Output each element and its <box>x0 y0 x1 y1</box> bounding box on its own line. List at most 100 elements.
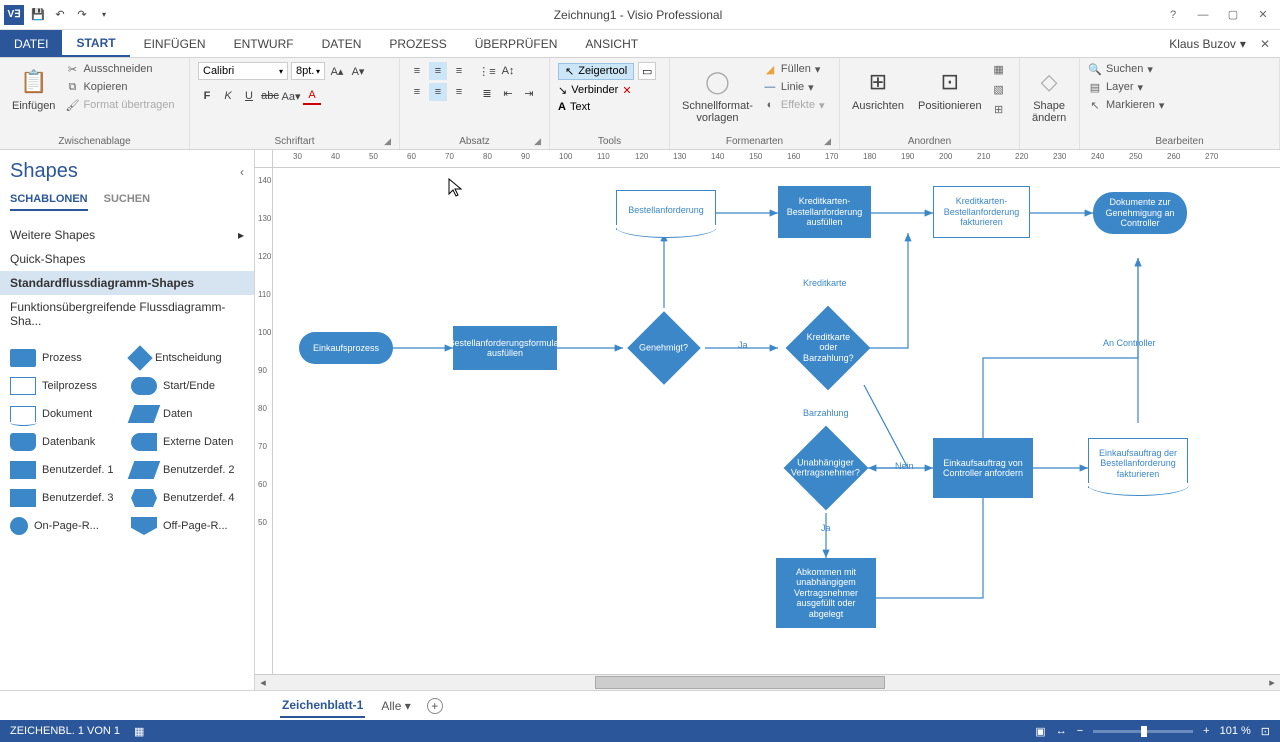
underline-button[interactable]: U <box>240 87 258 105</box>
more-shapes-row[interactable]: Weitere Shapes▸ <box>10 223 244 247</box>
font-size-select[interactable]: 8pt.▾ <box>291 62 325 80</box>
node-contractor[interactable]: Unabhängiger Vertragsnehmer? <box>784 426 869 511</box>
node-po-invoice[interactable]: Einkaufsauftrag der Bestellanforderung f… <box>1088 438 1188 488</box>
node-requisition-doc[interactable]: Bestellanforderung <box>616 190 716 230</box>
quick-styles-button[interactable]: ◯ Schnellformat- vorlagen <box>678 62 757 128</box>
node-po-controller[interactable]: Einkaufsauftrag von Controller anfordern <box>933 438 1033 498</box>
select-button[interactable]: ↖Markieren▾ <box>1088 98 1164 112</box>
cross-functional-row[interactable]: Funktionsübergreifende Flussdiagramm-Sha… <box>10 295 244 333</box>
fit-width-icon[interactable]: ↔ <box>1056 725 1067 737</box>
shape-user3[interactable]: Benutzerdef. 3 <box>10 489 123 507</box>
decrease-font-icon[interactable]: A▾ <box>349 62 367 80</box>
position-button[interactable]: ⊡Positionieren <box>914 62 986 116</box>
shape-external-data[interactable]: Externe Daten <box>131 433 244 451</box>
shape-onpage[interactable]: On-Page-R... <box>10 517 123 535</box>
font-dialog-launcher-icon[interactable]: ◢ <box>384 136 391 147</box>
zoom-slider[interactable] <box>1093 730 1193 733</box>
shape-user4[interactable]: Benutzerdef. 4 <box>131 489 244 507</box>
add-sheet-button[interactable]: + <box>427 698 443 714</box>
shape-document[interactable]: Dokument <box>10 405 123 423</box>
user-dropdown-icon[interactable]: ▾ <box>1240 37 1246 51</box>
ribbon-collapse-icon[interactable]: ✕ <box>1260 37 1270 51</box>
pointer-tool-button[interactable]: ↖Zeigertool <box>558 63 634 80</box>
node-docs-controller[interactable]: Dokumente zur Genehmigung an Controller <box>1093 192 1187 234</box>
orientation-icon[interactable]: A↕ <box>499 62 517 80</box>
effects-button[interactable]: ◐Effekte▾ <box>763 98 825 112</box>
align-top-left-icon[interactable]: ≡ <box>408 62 426 80</box>
shape-user1[interactable]: Benutzerdef. 1 <box>10 461 123 479</box>
scroll-thumb[interactable] <box>595 676 885 689</box>
standard-flowchart-row[interactable]: Standardflussdiagramm-Shapes <box>0 271 254 295</box>
sheet-tab-1[interactable]: Zeichenblatt-1 <box>280 694 365 718</box>
quick-shapes-row[interactable]: Quick-Shapes <box>10 247 244 271</box>
scroll-left-icon[interactable]: ◂ <box>255 675 271 690</box>
zoom-out-icon[interactable]: − <box>1077 725 1083 737</box>
horizontal-ruler[interactable]: 3040506070809010011012013014015016017018… <box>273 150 1280 168</box>
shape-database[interactable]: Datenbank <box>10 433 123 451</box>
format-painter-button[interactable]: 🖌Format übertragen <box>65 98 174 112</box>
node-start[interactable]: Einkaufsprozess <box>299 332 393 364</box>
change-shape-button[interactable]: ◇Shapeändern <box>1028 62 1070 128</box>
vertical-ruler[interactable]: 1401301201101009080706050 <box>255 168 273 674</box>
search-tab[interactable]: SUCHEN <box>104 193 150 211</box>
shape-user2[interactable]: Benutzerdef. 2 <box>131 461 244 479</box>
cut-button[interactable]: ✂Ausschneiden <box>65 62 174 76</box>
shape-terminator[interactable]: Start/Ende <box>131 377 244 395</box>
justify-icon[interactable]: ≣ <box>478 84 496 102</box>
align-top-center-icon[interactable]: ≡ <box>429 62 447 80</box>
user-name[interactable]: Klaus Buzov <box>1169 37 1236 51</box>
zoom-in-icon[interactable]: + <box>1203 725 1209 737</box>
sheet-tab-all[interactable]: Alle ▾ <box>379 695 412 717</box>
node-cc-or-cash[interactable]: Kreditkarte oder Barzahlung? <box>786 306 871 391</box>
tab-process[interactable]: PROZESS <box>375 30 460 57</box>
find-button[interactable]: 🔍Suchen▾ <box>1088 62 1164 76</box>
node-cc-fill[interactable]: Kreditkarten-Bestellanforderung ausfülle… <box>778 186 871 238</box>
font-color-button[interactable]: A <box>303 87 321 105</box>
undo-icon[interactable]: ↶ <box>52 7 68 23</box>
strikethrough-button[interactable]: abc <box>261 87 279 105</box>
copy-button[interactable]: ⧉Kopieren <box>65 80 174 94</box>
bold-button[interactable]: F <box>198 87 216 105</box>
tab-start[interactable]: START <box>62 30 129 57</box>
bullets-icon[interactable]: ⋮≡ <box>478 62 496 80</box>
text-tool-button[interactable]: AText <box>558 101 590 113</box>
maximize-icon[interactable]: ▢ <box>1224 6 1242 24</box>
shape-data[interactable]: Daten <box>131 405 244 423</box>
align-left-icon[interactable]: ≡ <box>408 83 426 101</box>
case-button[interactable]: Aa▾ <box>282 87 300 105</box>
layer-button[interactable]: ▤Layer▾ <box>1088 80 1164 94</box>
align-button[interactable]: ⊞Ausrichten <box>848 62 908 116</box>
align-center-icon[interactable]: ≡ <box>429 83 447 101</box>
paragraph-dialog-launcher-icon[interactable]: ◢ <box>534 136 541 147</box>
node-fill-form[interactable]: Bestellanforderungsformular ausfüllen <box>453 326 557 370</box>
tab-view[interactable]: ANSICHT <box>571 30 652 57</box>
send-back-icon[interactable]: ▧ <box>992 82 1006 96</box>
group-icon[interactable]: ⊞ <box>992 102 1006 116</box>
increase-font-icon[interactable]: A▴ <box>328 62 346 80</box>
shape-process[interactable]: Prozess <box>10 349 123 367</box>
align-right-icon[interactable]: ≡ <box>450 83 468 101</box>
tab-review[interactable]: ÜBERPRÜFEN <box>461 30 572 57</box>
qat-customize-icon[interactable]: ▾ <box>96 7 112 23</box>
horizontal-scrollbar[interactable]: ◂ ▸ <box>255 674 1280 690</box>
node-agreement[interactable]: Abkommen mit unabhängigem Vertragsnehmer… <box>776 558 876 628</box>
drawing-canvas[interactable]: Einkaufsprozess Bestellanforderungsformu… <box>273 168 1280 674</box>
tab-design[interactable]: ENTWURF <box>220 30 308 57</box>
node-cc-invoice[interactable]: Kreditkarten-Bestellanforderung fakturie… <box>933 186 1030 238</box>
node-approved[interactable]: Genehmigt? <box>627 311 701 385</box>
scroll-right-icon[interactable]: ▸ <box>1264 675 1280 690</box>
indent-inc-icon[interactable]: ⇥ <box>520 84 538 102</box>
stencils-tab[interactable]: SCHABLONEN <box>10 193 88 211</box>
zoom-level[interactable]: 101 % <box>1220 725 1251 737</box>
shape-offpage[interactable]: Off-Page-R... <box>131 517 244 535</box>
fill-button[interactable]: ◢Füllen▾ <box>763 62 825 76</box>
tab-data[interactable]: DATEN <box>308 30 376 57</box>
close-icon[interactable]: ✕ <box>1254 6 1272 24</box>
save-icon[interactable]: 💾 <box>30 7 46 23</box>
shape-subprocess[interactable]: Teilprozess <box>10 377 123 395</box>
tab-file[interactable]: DATEI <box>0 30 62 57</box>
collapse-pane-icon[interactable]: ‹ <box>240 165 244 179</box>
indent-dec-icon[interactable]: ⇤ <box>499 84 517 102</box>
line-button[interactable]: —Linie▾ <box>763 80 825 94</box>
shape-decision[interactable]: Entscheidung <box>131 349 244 367</box>
